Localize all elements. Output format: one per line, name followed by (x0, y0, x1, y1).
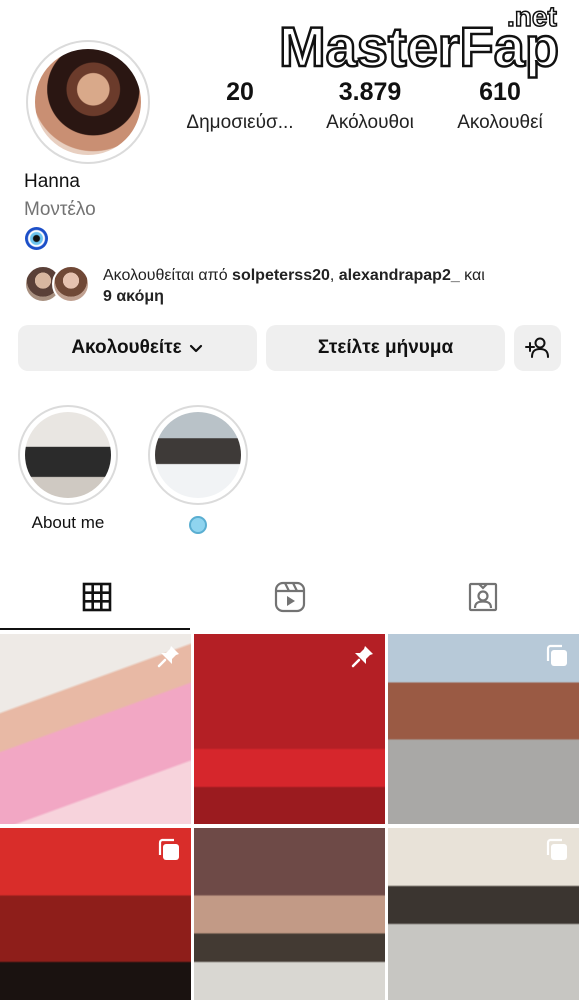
grid-post[interactable] (388, 634, 579, 824)
following-button[interactable]: Ακολουθείτε (18, 325, 257, 371)
stat-posts-value: 20 (226, 78, 254, 106)
followed-by-prefix: Ακολουθείται από (103, 267, 233, 284)
pin-icon (351, 646, 373, 668)
stat-following-label: Ακολουθεί (457, 112, 543, 133)
posts-grid (0, 634, 579, 1000)
carousel-icon (158, 838, 179, 860)
highlight-ring (18, 405, 118, 505)
pin-icon (157, 646, 179, 668)
grid-post[interactable] (194, 634, 385, 824)
profile-name: Hanna (24, 171, 80, 192)
cold-face-emoji-icon (189, 516, 207, 534)
nazar-amulet-icon (25, 227, 48, 250)
profile-avatar[interactable] (26, 40, 150, 164)
profile-category: Μοντέλο (24, 199, 96, 220)
active-tab-indicator (0, 628, 190, 630)
tagged-icon (468, 582, 497, 612)
stat-followers-label: Ακόλουθοι (326, 112, 414, 133)
grid-post[interactable] (194, 828, 385, 1000)
profile-actions: Ακολουθείτε Στείλτε μήνυμα (18, 325, 563, 371)
grid-post[interactable] (0, 634, 191, 824)
highlight-label (148, 513, 248, 539)
grid-icon (82, 582, 111, 612)
chevron-down-icon (189, 344, 202, 353)
story-highlights: About me (0, 405, 579, 545)
reels-icon (274, 581, 305, 613)
avatar-image (35, 49, 141, 155)
grid-post[interactable] (0, 828, 191, 1000)
highlight-cover (25, 412, 111, 498)
followed-by-conj: και (459, 267, 485, 284)
carousel-icon (546, 644, 567, 666)
stat-posts-label: Δημοσιεύσ... (186, 112, 294, 133)
mutual-more: 9 ακόμη (103, 288, 164, 305)
add-user-icon (524, 337, 549, 358)
highlight-label: About me (31, 513, 105, 532)
stat-posts[interactable]: 20 Δημοσιεύσ... (175, 76, 305, 146)
followed-by-row[interactable]: Ακολουθείται από solpeterss20, alexandra… (24, 265, 569, 307)
mutual-avatar (52, 265, 90, 303)
tab-posts[interactable] (0, 566, 193, 628)
mutual-user-1: solpeterss20 (232, 267, 330, 284)
stat-followers-value: 3.879 (338, 78, 402, 106)
stat-following-value: 610 (479, 78, 521, 106)
watermark-suffix-text: .net (507, 2, 557, 32)
highlight-ring (148, 405, 248, 505)
stat-following[interactable]: 610 Ακολουθεί (435, 76, 565, 146)
followed-by-separator: , (329, 267, 339, 284)
message-button[interactable]: Στείλτε μήνυμα (266, 325, 505, 371)
tab-tagged[interactable] (386, 566, 579, 628)
stat-followers[interactable]: 3.879 Ακόλουθοι (305, 76, 435, 146)
tab-reels[interactable] (193, 566, 386, 628)
mutual-user-2: alexandrapap2_ (338, 267, 460, 284)
followed-by-text: Ακολουθείται από solpeterss20, alexandra… (103, 265, 563, 307)
highlight-about-me[interactable]: About me (18, 405, 118, 533)
profile-header: 20 Δημοσιεύσ... 3.879 Ακόλουθοι 610 Ακολ… (0, 40, 579, 170)
profile-tabs (0, 566, 579, 630)
following-button-label: Ακολουθείτε (71, 337, 182, 358)
message-button-label: Στείλτε μήνυμα (317, 337, 454, 358)
profile-stats: 20 Δημοσιεύσ... 3.879 Ακόλουθοι 610 Ακολ… (175, 76, 565, 146)
suggested-users-button[interactable] (514, 325, 561, 371)
carousel-icon (546, 838, 567, 860)
highlight-cover (155, 412, 241, 498)
grid-post[interactable] (388, 828, 579, 1000)
highlight-cold[interactable] (148, 405, 248, 539)
